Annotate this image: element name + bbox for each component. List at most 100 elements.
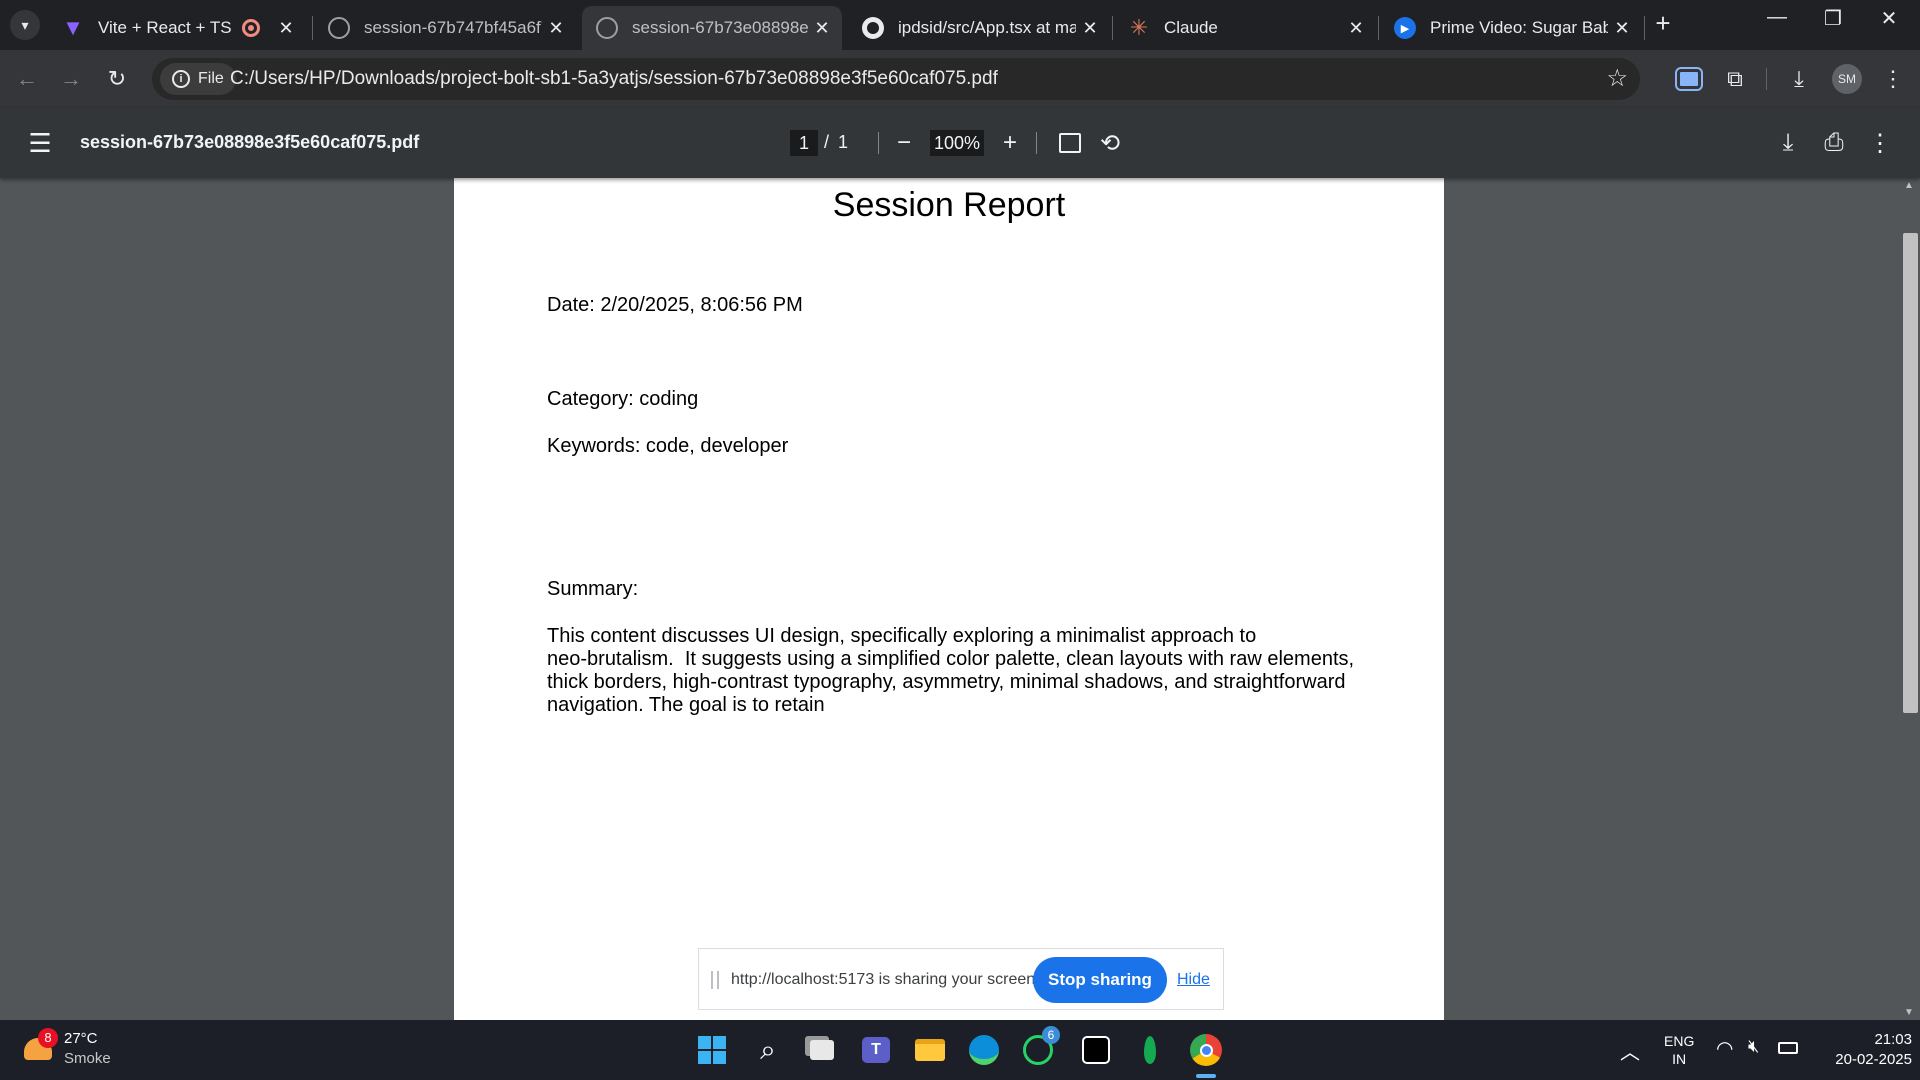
drag-handle-icon[interactable] xyxy=(711,971,719,989)
fit-page-icon[interactable] xyxy=(1052,125,1088,161)
tab-strip: ▾ ▼ Vite + React + TS ✕ session-67b747bf… xyxy=(0,0,1920,50)
capcut-icon[interactable] xyxy=(1076,1030,1116,1070)
stop-sharing-button[interactable]: Stop sharing xyxy=(1033,957,1167,1003)
zoom-out-icon[interactable]: − xyxy=(886,125,922,161)
more-actions-icon[interactable]: ⋮ xyxy=(1862,125,1898,161)
lang-bottom: IN xyxy=(1672,1051,1687,1067)
info-icon: i xyxy=(172,70,190,88)
tab-session-2[interactable]: session-67b73e08898e3f5e ✕ xyxy=(582,6,842,50)
close-icon[interactable]: ✕ xyxy=(542,18,570,39)
screen-capture-extension-icon[interactable] xyxy=(1674,64,1704,94)
whatsapp-icon[interactable]: 6 xyxy=(1018,1026,1060,1070)
sidebar-menu-icon[interactable]: ☰ xyxy=(22,125,58,161)
bookmark-star-icon[interactable]: ☆ xyxy=(1606,64,1628,93)
weather-desc: Smoke xyxy=(64,1050,111,1067)
tab-session-1[interactable]: session-67b747bf45a6f76e ✕ xyxy=(314,6,576,50)
chip-label: File xyxy=(198,70,224,87)
vite-favicon-icon: ▼ xyxy=(62,15,84,40)
profile-avatar[interactable]: SM xyxy=(1832,64,1862,94)
site-info-chip[interactable]: i File xyxy=(160,63,236,95)
summary-line: neo-brutalism. It suggests using a simpl… xyxy=(547,648,1355,670)
edge-icon[interactable] xyxy=(964,1030,1004,1070)
tab-github[interactable]: ipdsid/src/App.tsx at main ✕ xyxy=(848,6,1110,50)
mongodb-leaf-icon[interactable] xyxy=(1130,1030,1170,1070)
viewer-scrollbar[interactable]: ▲ ▼ xyxy=(1900,178,1920,1020)
task-view-icon[interactable] xyxy=(802,1030,842,1070)
chrome-menu-icon[interactable]: ⋮ xyxy=(1878,64,1908,94)
chrome-active-indicator xyxy=(1196,1074,1216,1078)
page-separator: / xyxy=(824,132,830,152)
forward-arrow-icon[interactable]: → xyxy=(56,64,86,94)
restore-button[interactable]: ❐ xyxy=(1808,6,1858,31)
weather-badge: 8 xyxy=(38,1028,58,1048)
minimize-button[interactable]: — xyxy=(1752,6,1802,29)
tab-search-icon[interactable]: ▾ xyxy=(10,10,40,40)
document-date: Date: 2/20/2025, 8:06:56 PM xyxy=(547,294,803,316)
share-message: http://localhost:5173 is sharing your sc… xyxy=(731,971,1040,988)
summary-line: This content discusses UI design, specif… xyxy=(547,625,1257,647)
scrollbar-thumb[interactable] xyxy=(1903,233,1918,713)
toolbar-divider xyxy=(1766,68,1767,90)
battery-icon[interactable] xyxy=(1778,1042,1798,1054)
tab-title: Prime Video: Sugar Baby xyxy=(1430,18,1608,37)
address-bar[interactable]: i File C:/Users/HP/Downloads/project-bol… xyxy=(152,58,1640,100)
downloads-icon[interactable]: ⤓ xyxy=(1784,64,1814,94)
toolbar-divider xyxy=(878,132,879,154)
zoom-input[interactable]: 100% xyxy=(930,130,984,156)
prime-video-icon: ▶ xyxy=(1394,17,1416,39)
file-explorer-icon[interactable] xyxy=(910,1030,950,1070)
tab-title: Claude xyxy=(1164,18,1218,37)
globe-icon xyxy=(328,17,350,39)
tab-divider xyxy=(1112,16,1113,40)
url-text[interactable]: C:/Users/HP/Downloads/project-bolt-sb1-5… xyxy=(230,68,998,90)
language-indicator[interactable]: ENG IN xyxy=(1664,1032,1694,1068)
claude-icon: ✳ xyxy=(1129,15,1149,40)
recording-icon xyxy=(242,19,260,37)
summary-line: navigation. The goal is to retain xyxy=(547,694,825,716)
hide-link[interactable]: Hide xyxy=(1177,971,1210,989)
teams-icon[interactable]: T xyxy=(856,1030,896,1070)
tab-title: Vite + React + TS xyxy=(98,18,232,37)
screen-share-banner: http://localhost:5173 is sharing your sc… xyxy=(698,948,1224,1010)
tab-claude[interactable]: ✳ Claude ✕ xyxy=(1114,6,1376,50)
windows-taskbar: 8 27°C Smoke ⌕ T 6 ︿ ENG IN ◠ 🔇︎ 21:03 2… xyxy=(0,1020,1920,1080)
reload-icon[interactable]: ↻ xyxy=(102,64,132,94)
extensions-puzzle-icon[interactable]: ⧉ xyxy=(1720,64,1750,94)
page-total: 1 xyxy=(838,132,849,152)
clock-date: 20-02-2025 xyxy=(1835,1051,1912,1068)
rotate-icon[interactable]: ⟲ xyxy=(1092,125,1128,161)
new-tab-button[interactable]: + xyxy=(1638,8,1688,39)
wifi-icon[interactable]: ◠ xyxy=(1716,1036,1733,1061)
tab-prime-video[interactable]: ▶ Prime Video: Sugar Baby ✕ xyxy=(1380,6,1642,50)
scroll-down-arrow-icon[interactable]: ▼ xyxy=(1904,1007,1914,1018)
download-icon[interactable]: ⤓ xyxy=(1770,125,1806,161)
show-hidden-icons-chevron-icon[interactable]: ︿ xyxy=(1620,1036,1640,1065)
pdf-viewer[interactable]: Session Report Date: 2/20/2025, 8:06:56 … xyxy=(0,178,1920,1020)
globe-icon xyxy=(596,17,618,39)
scroll-up-arrow-icon[interactable]: ▲ xyxy=(1904,180,1914,191)
github-icon xyxy=(862,17,884,39)
close-icon[interactable]: ✕ xyxy=(808,18,836,39)
windows-start-icon[interactable] xyxy=(692,1030,732,1070)
pdf-toolbar: ☰ session-67b73e08898e3f5e60caf075.pdf 1… xyxy=(0,108,1920,178)
close-icon[interactable]: ✕ xyxy=(272,18,300,39)
zoom-in-icon[interactable]: + xyxy=(992,125,1028,161)
chrome-icon[interactable] xyxy=(1186,1030,1226,1070)
tab-vite[interactable]: ▼ Vite + React + TS ✕ xyxy=(48,6,306,50)
tab-divider xyxy=(1378,16,1379,40)
close-icon[interactable]: ✕ xyxy=(1608,18,1636,39)
volume-muted-icon[interactable]: 🔇︎ xyxy=(1748,1036,1759,1057)
toolbar-divider xyxy=(1036,132,1037,154)
browser-toolbar: ← → ↻ i File C:/Users/HP/Downloads/proje… xyxy=(0,50,1920,108)
clock[interactable]: 21:03 20-02-2025 xyxy=(1806,1030,1912,1070)
close-icon[interactable]: ✕ xyxy=(1076,18,1104,39)
page-number-input[interactable]: 1 xyxy=(790,130,818,156)
document-keywords: Keywords: code, developer xyxy=(547,435,789,457)
close-icon[interactable]: ✕ xyxy=(1342,18,1370,39)
search-icon[interactable]: ⌕ xyxy=(748,1030,788,1070)
close-window-button[interactable]: ✕ xyxy=(1864,6,1914,31)
print-icon[interactable]: ⎙ xyxy=(1816,125,1852,161)
weather-widget[interactable]: 8 27°C Smoke xyxy=(20,1028,140,1072)
tab-title: session-67b747bf45a6f76e xyxy=(364,18,542,37)
back-arrow-icon[interactable]: ← xyxy=(12,64,42,94)
